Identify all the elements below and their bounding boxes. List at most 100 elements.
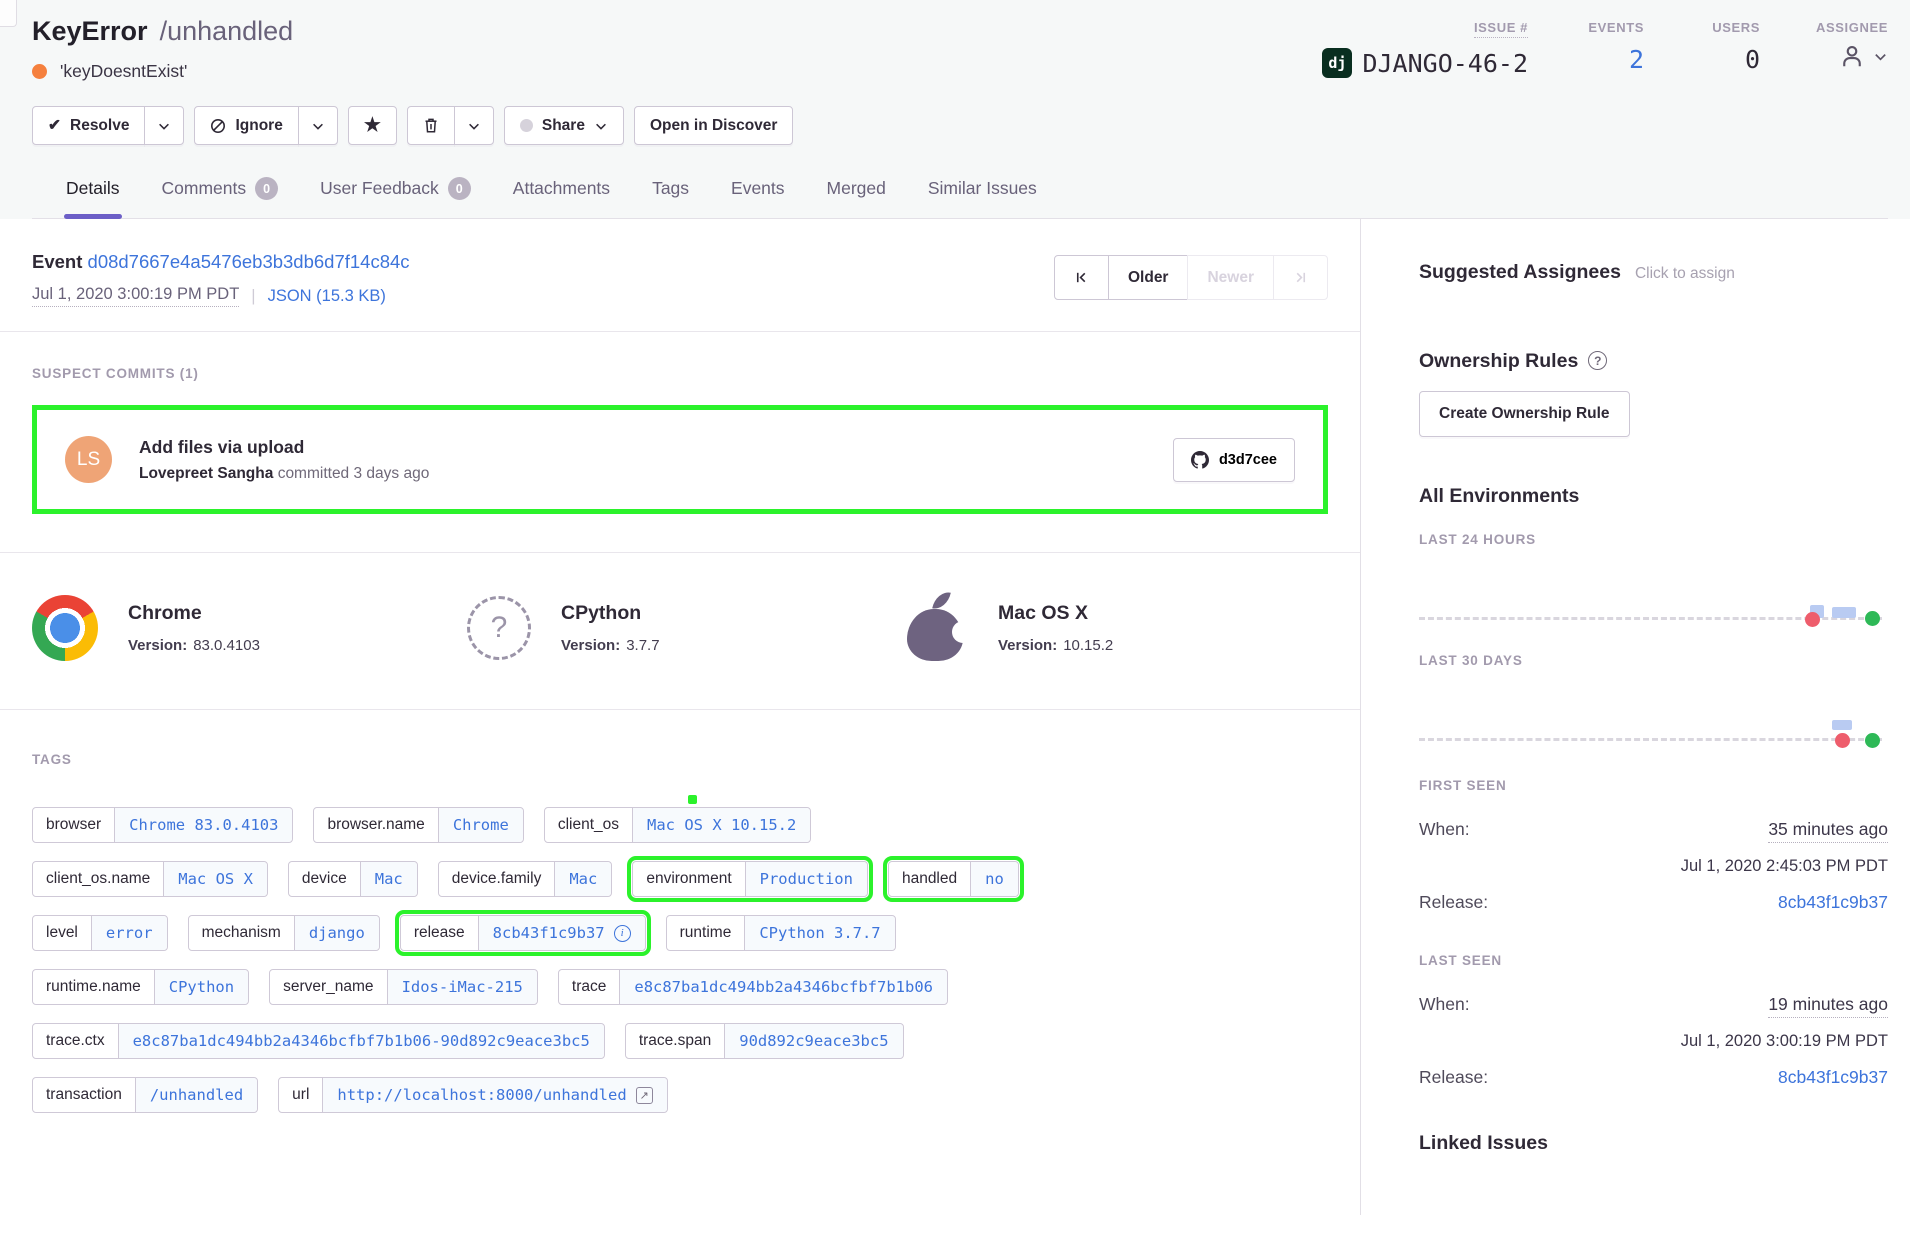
resolve-button[interactable]: ✔ Resolve (32, 106, 145, 145)
chevron-down-icon (311, 119, 325, 133)
event-id-link[interactable]: d08d7667e4a5476eb3b3db6d7f14c84c (88, 251, 410, 272)
tab-label: Tags (652, 178, 689, 199)
tag-browser: browserChrome 83.0.4103 (32, 807, 293, 843)
github-icon (1191, 451, 1209, 469)
tab-comments[interactable]: Comments0 (160, 171, 281, 218)
suspect-commits-heading: SUSPECT COMMITS (1) (32, 366, 1328, 381)
delete-button[interactable] (407, 106, 455, 145)
create-ownership-rule-button[interactable]: Create Ownership Rule (1419, 391, 1630, 437)
stat-assignee: ASSIGNEE (1816, 20, 1888, 78)
first-seen-release-link[interactable]: 8cb43f1c9b37 (1778, 892, 1888, 913)
events-count[interactable]: 2 (1629, 45, 1644, 74)
tab-similar-issues[interactable]: Similar Issues (926, 171, 1039, 218)
tag-value-link[interactable]: django (295, 916, 379, 950)
share-label: Share (542, 117, 585, 135)
tab-attachments[interactable]: Attachments (511, 171, 612, 218)
tag-value-link[interactable]: Idos-iMac-215 (388, 970, 537, 1004)
last-seen-release-link[interactable]: 8cb43f1c9b37 (1778, 1067, 1888, 1088)
tag-value-link[interactable]: no (971, 862, 1018, 896)
resolve-dropdown-button[interactable] (144, 106, 184, 145)
tag-value-link[interactable]: CPython (155, 970, 248, 1004)
tag-value-link[interactable]: e8c87ba1dc494bb2a4346bcfbf7b1b06 (620, 970, 947, 1004)
tab-tags[interactable]: Tags (650, 171, 691, 218)
tag-transaction: transaction/unhandled (32, 1077, 258, 1113)
tag-key: runtime (667, 916, 746, 950)
star-icon: ★ (364, 114, 381, 137)
tag-level: levelerror (32, 915, 168, 951)
tag-value-link[interactable]: CPython 3.7.7 (745, 916, 894, 950)
info-icon[interactable]: i (614, 925, 631, 942)
django-project-icon: dj (1322, 48, 1352, 78)
chevron-down-icon (467, 119, 481, 133)
commit-time: committed 3 days ago (278, 465, 430, 482)
last-seen-dot (1865, 733, 1880, 748)
tag-value-link[interactable]: e8c87ba1dc494bb2a4346bcfbf7b1b06-90d892c… (119, 1024, 604, 1058)
when-label: When: (1419, 994, 1470, 1015)
issue-header: KeyError /unhandled 'keyDoesntExist' ISS… (0, 0, 1910, 219)
tag-value-link[interactable]: Chrome (439, 808, 523, 842)
annotation-dot (688, 795, 697, 804)
event-bar (1832, 607, 1856, 618)
tag-key: browser (33, 808, 115, 842)
tag-value-text: CPython 3.7.7 (759, 924, 880, 942)
last-seen-dot (1865, 611, 1880, 626)
oldest-event-button[interactable] (1054, 255, 1109, 300)
tab-label: Details (66, 178, 120, 199)
tag-value-text: Mac OS X (178, 870, 253, 888)
tag-value-link[interactable]: Mac OS X (164, 862, 267, 896)
issue-number-value[interactable]: dj DJANGO-46-2 (1322, 48, 1528, 78)
tag-value-link[interactable]: /unhandled (136, 1078, 257, 1112)
event-pagination: Older Newer (1054, 255, 1328, 300)
chevron-down-icon (1873, 49, 1888, 64)
tag-key: browser.name (314, 808, 438, 842)
tag-value-text: http://localhost:8000/unhandled (337, 1086, 626, 1104)
tab-details[interactable]: Details (64, 171, 122, 218)
tag-value-link[interactable]: 90d892c9eace3bc5 (725, 1024, 902, 1058)
page-title: KeyError /unhandled (32, 16, 293, 47)
chrome-icon (32, 595, 98, 661)
tab-events[interactable]: Events (729, 171, 787, 218)
window-corner-fragment (0, 0, 17, 27)
open-in-discover-button[interactable]: Open in Discover (634, 106, 793, 145)
ignore-dropdown-button[interactable] (298, 106, 338, 145)
tab-merged[interactable]: Merged (825, 171, 888, 218)
assignee-dropdown[interactable] (1837, 41, 1888, 71)
tag-value-link[interactable]: http://localhost:8000/unhandled ↗ (323, 1078, 666, 1112)
version-value: 3.7.7 (626, 637, 659, 654)
tag-key: server_name (270, 970, 387, 1004)
older-event-button[interactable]: Older (1108, 255, 1188, 300)
tab-user-feedback[interactable]: User Feedback0 (318, 171, 473, 218)
event-json-link[interactable]: JSON (15.3 KB) (268, 287, 386, 306)
first-seen-dot (1835, 733, 1850, 748)
tag-key: url (279, 1078, 323, 1112)
tab-label: Attachments (513, 178, 610, 199)
tag-value-text: Production (760, 870, 853, 888)
divider: | (251, 287, 255, 306)
tag-value-link[interactable]: Chrome 83.0.4103 (115, 808, 292, 842)
tag-value-text: /unhandled (150, 1086, 243, 1104)
tag-value-link[interactable]: Production (746, 862, 867, 896)
tag-value-link[interactable]: error (92, 916, 167, 950)
tag-key: trace (559, 970, 620, 1004)
bookmark-button[interactable]: ★ (348, 106, 397, 145)
commit-sha-button[interactable]: d3d7cee (1173, 438, 1295, 482)
tag-value-text: CPython (169, 978, 234, 996)
ignore-button[interactable]: Ignore (194, 106, 298, 145)
suspect-commits-section: SUSPECT COMMITS (1) LS Add files via upl… (0, 332, 1360, 553)
person-icon (1837, 41, 1867, 71)
tag-value-link[interactable]: Mac OS X 10.15.2 (633, 808, 810, 842)
delete-dropdown-button[interactable] (454, 106, 494, 145)
help-icon[interactable]: ? (1588, 351, 1607, 370)
share-button[interactable]: Share (504, 106, 624, 145)
skip-to-latest-button[interactable] (1273, 255, 1328, 300)
newer-event-button[interactable]: Newer (1187, 255, 1274, 300)
tag-value-text: 8cb43f1c9b37 (493, 924, 605, 942)
tag-value-link[interactable]: 8cb43f1c9b37 i (479, 916, 645, 950)
external-link-icon[interactable]: ↗ (636, 1087, 653, 1104)
tag-value-text: e8c87ba1dc494bb2a4346bcfbf7b1b06-90d892c… (133, 1032, 590, 1050)
tag-value-link[interactable]: Mac (361, 862, 417, 896)
tag-value-link[interactable]: Mac (555, 862, 611, 896)
tag-release: release8cb43f1c9b37i (400, 915, 646, 951)
tag-server_name: server_nameIdos-iMac-215 (269, 969, 538, 1005)
users-count: 0 (1745, 45, 1760, 74)
